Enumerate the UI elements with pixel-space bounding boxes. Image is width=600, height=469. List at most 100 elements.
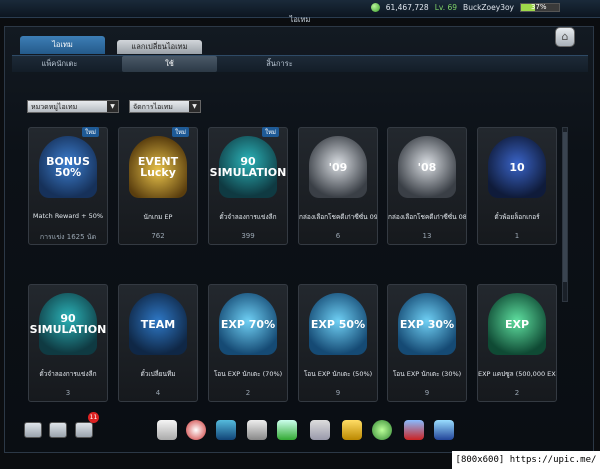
item-count: 2 bbox=[245, 389, 251, 397]
item-card[interactable]: '08 กล่องเลือกโชคดีเก่าซีซั่น 08 13 bbox=[387, 127, 467, 245]
trophy-icon[interactable] bbox=[247, 420, 267, 440]
item-art-label: '09 bbox=[328, 160, 348, 174]
team-arrows-icon: TEAM bbox=[129, 293, 187, 355]
boot-icon[interactable] bbox=[216, 420, 236, 440]
scrollbar-thumb[interactable] bbox=[563, 132, 567, 282]
hp-percent: 37% bbox=[531, 3, 547, 11]
exp-capsule-icon: EXP bbox=[488, 293, 546, 355]
username: BuckZoey3oy bbox=[463, 3, 514, 12]
item-art-label: '08 bbox=[417, 160, 437, 174]
item-name: Match Reward + 50% bbox=[32, 212, 104, 220]
item-scrollbar[interactable] bbox=[562, 127, 568, 302]
item-count: 399 bbox=[241, 232, 255, 240]
item-name: โอน EXP นักเตะ (30%) bbox=[392, 370, 462, 378]
ball-icon[interactable] bbox=[186, 420, 206, 440]
tab-item-exchange[interactable]: แลกเปลี่ยนไอเทม bbox=[117, 40, 202, 54]
item-count: 6 bbox=[335, 232, 341, 240]
item-count: การแข่ง 1625 นัด bbox=[39, 233, 97, 241]
up-arrow-icon: ⌂ bbox=[561, 30, 569, 43]
item-card[interactable]: 90 SIMULATION ใหม่ ตั๋วจำลองการแข่งลีก 399 bbox=[208, 127, 288, 245]
cart-icon[interactable] bbox=[434, 420, 454, 440]
item-art-label: 90 SIMULATION bbox=[209, 155, 287, 179]
manage-dropdown-label: จัดการไอเทม bbox=[133, 103, 173, 111]
item-art-label: EXP 30% bbox=[399, 317, 455, 331]
coin-count: 61,467,728 bbox=[385, 3, 429, 12]
chevron-down-icon: ▼ bbox=[189, 101, 200, 112]
watermark: [800x600] https://upic.me/ bbox=[452, 451, 600, 469]
item-name: นักเกม EP bbox=[143, 213, 173, 221]
category-dropdown[interactable]: หมวดหมู่ไอเทม ▼ bbox=[27, 100, 119, 113]
sub-tabs: แพ็คนักเตะ ใช้ สิ้นการะ bbox=[12, 55, 588, 72]
item-art-label: EXP 70% bbox=[220, 317, 276, 331]
item-card[interactable]: '09 กล่องเลือกโชคดีเก่าซีซั่น 09 6 bbox=[298, 127, 378, 245]
item-count: 762 bbox=[151, 232, 165, 240]
new-badge: ใหม่ bbox=[82, 127, 99, 137]
item-card[interactable]: EXP 30% โอน EXP นักเตะ (30%) 9 bbox=[387, 284, 467, 402]
menu-button-3[interactable] bbox=[75, 422, 93, 438]
category-dropdown-label: หมวดหมู่ไอเทม bbox=[31, 103, 78, 111]
main-tabs: ไอเทม แลกเปลี่ยนไอเทม bbox=[20, 36, 202, 54]
item-count: 3 bbox=[65, 389, 71, 397]
item-card[interactable]: EXP 50% โอน EXP นักเตะ (50%) 9 bbox=[298, 284, 378, 402]
chevron-down-icon: ▼ bbox=[107, 101, 118, 112]
lucky-event-icon: EVENT Lucky bbox=[129, 136, 187, 198]
manage-dropdown[interactable]: จัดการไอเทม ▼ bbox=[129, 100, 201, 113]
subtab-use[interactable]: ใช้ bbox=[122, 56, 217, 72]
tab-items[interactable]: ไอเทม bbox=[20, 36, 105, 54]
item-card[interactable]: EVENT Lucky ใหม่นักเกม EP 762 bbox=[118, 127, 198, 245]
simulation-90-icon: 90 SIMULATION bbox=[29, 293, 107, 355]
home-button[interactable]: ⌂ bbox=[555, 27, 575, 47]
item-art-label: TEAM bbox=[140, 317, 176, 331]
item-name: โอน EXP นักเตะ (50%) bbox=[303, 370, 373, 378]
subtab-player-pack[interactable]: แพ็คนักเตะ bbox=[12, 56, 107, 72]
exp-30-icon: EXP 30% bbox=[398, 293, 456, 355]
item-card[interactable]: BONUS 50% ใหม่ Match Reward + 50% การแข่ง 1… bbox=[28, 127, 108, 245]
jersey-10-icon: 10 bbox=[488, 136, 546, 198]
exp-70-icon: EXP 70% bbox=[219, 293, 277, 355]
item-card[interactable]: EXP 70% โอน EXP นักเตะ (70%) 2 bbox=[208, 284, 288, 402]
bonus-50-icon: BONUS 50% bbox=[39, 136, 97, 198]
item-name: ตั๋วเปลี่ยนทีม bbox=[140, 370, 176, 378]
item-card[interactable]: EXP EXP แคปซูล (500,000 EXP) 2 bbox=[477, 284, 557, 402]
hp-bar: 37% bbox=[520, 3, 560, 12]
eraser-icon[interactable] bbox=[157, 420, 177, 440]
flag-icon[interactable] bbox=[404, 420, 424, 440]
bottom-toolbar: 11 bbox=[12, 412, 588, 450]
exp-50-icon: EXP 50% bbox=[309, 293, 367, 355]
item-art-label: 10 bbox=[509, 160, 525, 174]
item-art-label: EXP 50% bbox=[310, 317, 366, 331]
item-count: 9 bbox=[424, 389, 430, 397]
item-card[interactable]: TEAM ตั๋วเปลี่ยนทีม 4 bbox=[118, 284, 198, 402]
item-name: EXP แคปซูล (500,000 EXP) bbox=[478, 370, 556, 378]
item-count: 13 bbox=[422, 232, 432, 240]
shield-icon[interactable] bbox=[342, 420, 362, 440]
item-art-label: EXP bbox=[504, 317, 530, 331]
item-name: ตั๋วพ้อยล็อกเกอร์ bbox=[494, 213, 540, 221]
mystery-box-08-icon: '08 bbox=[398, 136, 456, 198]
item-name: ตั๋วจำลองการแข่งลีก bbox=[219, 213, 277, 221]
item-count: 1 bbox=[514, 232, 520, 240]
item-count: 4 bbox=[155, 389, 161, 397]
item-count: 9 bbox=[335, 389, 341, 397]
item-card[interactable]: 90 SIMULATION ตั๋วจำลองการแข่งลีก 3 bbox=[28, 284, 108, 402]
item-art-label: 90 SIMULATION bbox=[29, 312, 107, 336]
item-count: 2 bbox=[514, 389, 520, 397]
item-name: กล่องเลือกโชคดีเก่าซีซั่น 08 bbox=[388, 213, 466, 221]
mystery-box-09-icon: '09 bbox=[309, 136, 367, 198]
simulation-90-icon: 90 SIMULATION bbox=[209, 136, 287, 198]
item-art-label: BONUS 50% bbox=[46, 155, 90, 179]
item-name: ตั๋วจำลองการแข่งลีก bbox=[39, 370, 97, 378]
coin-icon bbox=[370, 3, 380, 12]
item-name: กล่องเลือกโชคดีเก่าซีซั่น 09 bbox=[299, 213, 377, 221]
item-art-label: EVENT Lucky bbox=[137, 155, 179, 179]
new-badge: ใหม่ bbox=[172, 127, 189, 137]
coin-ball-icon[interactable] bbox=[372, 420, 392, 440]
card-icon[interactable] bbox=[310, 420, 330, 440]
subtab-consumables[interactable]: สิ้นการะ bbox=[232, 56, 327, 72]
item-card[interactable]: 10 ตั๋วพ้อยล็อกเกอร์ 1 bbox=[477, 127, 557, 245]
menu-button-2[interactable] bbox=[49, 422, 67, 438]
cone-icon[interactable] bbox=[277, 420, 297, 440]
item-name: โอน EXP นักเตะ (70%) bbox=[213, 370, 283, 378]
menu-button-1[interactable] bbox=[24, 422, 42, 438]
level-label: Lv. 69 bbox=[434, 3, 458, 12]
